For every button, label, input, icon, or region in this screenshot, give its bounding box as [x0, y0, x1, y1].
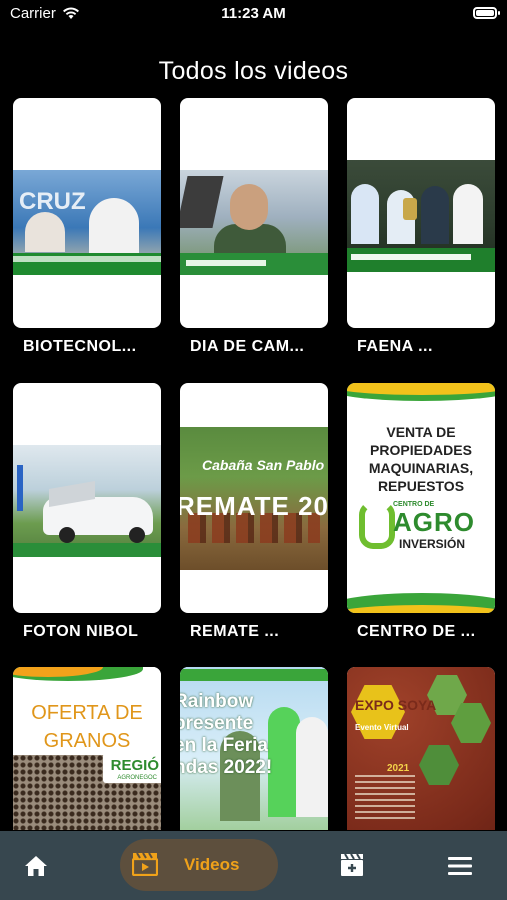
tab-videos-label: Videos: [184, 855, 240, 874]
agro-logo-icon: [359, 501, 395, 549]
video-thumbnail: OFERTA DE GRANOS REGIÓ AGRONEGOC: [13, 667, 161, 830]
video-thumbnail-frame[interactable]: VENTA DE PROPIEDADES MAQUINARIAS, REPUES…: [347, 383, 495, 613]
video-card[interactable]: FAENA ...: [347, 98, 495, 355]
video-thumbnail-frame[interactable]: Cabaña San Pablo REMATE 2022: [180, 383, 328, 613]
thumbnail-text: Rainbow: [180, 691, 254, 712]
clapperboard-add-icon: [340, 853, 364, 877]
video-thumbnail: CRUZ: [13, 170, 161, 275]
video-card[interactable]: DIA DE CAM...: [180, 98, 328, 355]
video-thumbnail-frame[interactable]: OFERTA DE GRANOS REGIÓ AGRONEGOC: [13, 667, 161, 830]
thumbnail-text: Evento Virtual: [355, 723, 409, 732]
video-card[interactable]: VENTA DE PROPIEDADES MAQUINARIAS, REPUES…: [347, 383, 495, 640]
hamburger-menu-icon: [448, 857, 472, 875]
video-thumbnail: EXPO SOYA 2021 Evento Virtual: [347, 667, 495, 830]
thumbnail-text: OFERTA DE GRANOS: [31, 702, 143, 752]
video-thumbnail: Rainbow presente en la Feria ndas 2022!: [180, 667, 328, 830]
thumbnail-text: EXPO SOYA: [355, 697, 437, 713]
video-title: CENTRO DE ...: [357, 623, 476, 640]
status-bar: Carrier 11:23 AM: [0, 0, 507, 28]
home-icon: [24, 855, 48, 877]
video-thumbnail-frame[interactable]: Rainbow presente en la Feria ndas 2022!: [180, 667, 328, 830]
video-card[interactable]: EXPO SOYA 2021 Evento Virtual: [347, 667, 495, 830]
video-thumbnail: VENTA DE PROPIEDADES MAQUINARIAS, REPUES…: [347, 383, 495, 613]
video-grid: CRUZ BIOTECNOL... DIA DE CAM... FAENA ..…: [13, 98, 495, 830]
thumbnail-text: en la Feria: [180, 735, 268, 756]
clock: 11:23 AM: [221, 5, 286, 22]
video-title: DIA DE CAM...: [190, 338, 305, 355]
page-title: Todos los videos: [158, 56, 349, 85]
video-card[interactable]: OFERTA DE GRANOS REGIÓ AGRONEGOC: [13, 667, 161, 830]
thumbnail-text: 2021: [387, 763, 410, 774]
thumbnail-text: AGRO: [393, 507, 475, 537]
video-title: BIOTECNOL...: [23, 338, 137, 355]
thumbnail-text: INVERSIÓN: [399, 537, 466, 551]
video-card[interactable]: Rainbow presente en la Feria ndas 2022!: [180, 667, 328, 830]
video-thumbnail: [347, 160, 495, 272]
video-thumbnail: [13, 445, 161, 557]
video-thumbnail-frame[interactable]: [347, 98, 495, 328]
video-title: FOTON NIBOL: [23, 623, 139, 640]
video-thumbnail-frame[interactable]: [180, 98, 328, 328]
thumbnail-text: REGIÓ: [110, 757, 159, 774]
video-thumbnail-frame[interactable]: [13, 383, 161, 613]
video-title: FAENA ...: [357, 338, 433, 355]
video-title: REMATE ...: [190, 623, 280, 640]
tab-videos[interactable]: Videos: [120, 839, 278, 891]
video-thumbnail: Cabaña San Pablo REMATE 2022: [180, 427, 328, 570]
video-thumbnail-frame[interactable]: EXPO SOYA 2021 Evento Virtual: [347, 667, 495, 830]
video-card[interactable]: FOTON NIBOL: [13, 383, 161, 640]
battery-icon: [473, 7, 500, 19]
thumbnail-text: ndas 2022!: [180, 757, 273, 778]
video-thumbnail-frame[interactable]: CRUZ: [13, 98, 161, 328]
tab-menu[interactable]: [428, 831, 492, 900]
thumbnail-text: CRUZ: [19, 188, 86, 215]
video-card[interactable]: CRUZ BIOTECNOL...: [13, 98, 161, 355]
thumbnail-text: presente: [180, 713, 254, 734]
tab-home[interactable]: [0, 831, 72, 900]
video-thumbnail: [180, 170, 328, 275]
thumbnail-text: AGRONEGOC: [117, 775, 157, 781]
bottom-tab-bar: Videos: [0, 831, 507, 900]
thumbnail-text: REMATE 2022: [180, 491, 328, 521]
thumbnail-text: Cabaña San Pablo: [202, 457, 325, 473]
clapperboard-icon: [132, 852, 158, 876]
video-card[interactable]: Cabaña San Pablo REMATE 2022 REMATE ...: [180, 383, 328, 640]
thumbnail-text: VENTA DE PROPIEDADES MAQUINARIAS, REPUES…: [368, 424, 474, 494]
tab-add-video[interactable]: [320, 831, 384, 900]
